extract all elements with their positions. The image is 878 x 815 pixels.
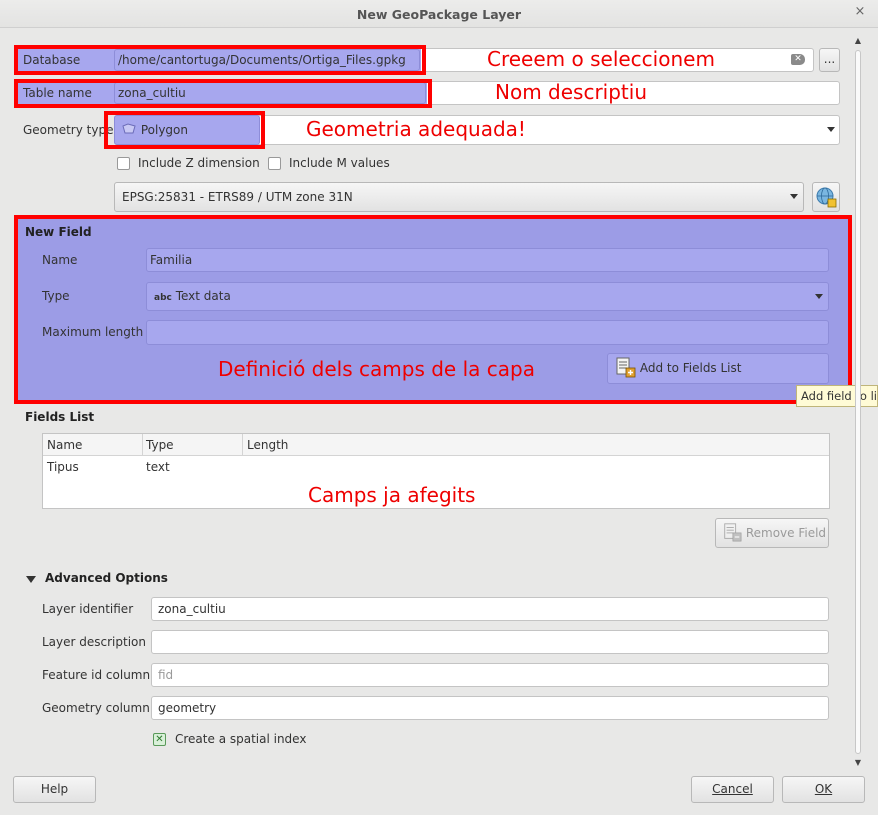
- new-field-heading: New Field: [25, 225, 92, 239]
- field-type-combo[interactable]: abc Text data: [146, 282, 829, 311]
- collapse-triangle-icon[interactable]: [26, 576, 36, 583]
- vertical-scrollbar[interactable]: ▲ ▼: [853, 36, 863, 772]
- column-header-name[interactable]: Name: [47, 438, 82, 452]
- field-type-value: Text data: [175, 289, 231, 303]
- feature-id-placeholder: fid: [158, 668, 174, 682]
- include-z-label: Include Z dimension: [138, 156, 260, 170]
- remove-field-label: Remove Field: [745, 526, 827, 540]
- geometry-annotation-box: [104, 111, 265, 149]
- text-type-icon: abc: [154, 293, 172, 303]
- column-divider: [142, 434, 143, 456]
- table-name-annotation-box: [14, 79, 432, 108]
- fields-list-heading: Fields List: [25, 410, 95, 424]
- help-button[interactable]: Help: [13, 776, 96, 803]
- new-field-annotation: Definició dels camps de la capa: [218, 357, 535, 381]
- advanced-options-heading[interactable]: Advanced Options: [45, 571, 168, 585]
- remove-field-button[interactable]: Remove Field: [715, 518, 829, 548]
- geometry-annotation: Geometria adequada!: [306, 117, 526, 141]
- column-header-length[interactable]: Length: [247, 438, 288, 452]
- tooltip-text: Add field to list: [801, 389, 877, 403]
- row-name-cell: Tipus: [47, 460, 79, 474]
- table-name-annotation: Nom descriptiu: [495, 80, 648, 104]
- chevron-down-icon: [827, 127, 835, 132]
- table-row[interactable]: Tipus text: [43, 456, 829, 476]
- crs-selector[interactable]: EPSG:25831 - ETRS89 / UTM zone 31N: [114, 182, 804, 212]
- row-type-cell: text: [146, 460, 170, 474]
- cancel-button[interactable]: Cancel: [691, 776, 774, 803]
- database-annotation-box: [14, 45, 426, 75]
- max-length-label: Maximum length: [42, 325, 144, 339]
- scrollbar-thumb[interactable]: [855, 50, 861, 754]
- browse-button[interactable]: ...: [819, 48, 840, 72]
- feature-id-input[interactable]: fid: [151, 663, 829, 687]
- close-icon[interactable]: ×: [853, 4, 867, 22]
- window-title: New GeoPackage Layer: [356, 7, 522, 22]
- globe-icon: [816, 187, 837, 208]
- layer-description-label: Layer description: [42, 635, 146, 649]
- max-length-input[interactable]: [146, 320, 829, 345]
- scroll-up-icon[interactable]: ▲: [853, 36, 863, 46]
- chevron-down-icon: [815, 294, 823, 299]
- include-m-checkbox[interactable]: [268, 157, 281, 170]
- spatial-index-label: Create a spatial index: [175, 732, 307, 746]
- chevron-down-icon: [790, 194, 798, 199]
- column-divider: [242, 434, 243, 456]
- add-field-icon: [616, 357, 636, 378]
- feature-id-label: Feature id column: [42, 668, 151, 682]
- layer-identifier-input[interactable]: zona_cultiu: [151, 597, 829, 621]
- include-m-label: Include M values: [289, 156, 390, 170]
- spatial-index-checkbox[interactable]: ✕: [153, 733, 166, 746]
- scroll-down-icon[interactable]: ▼: [853, 758, 863, 768]
- clear-icon[interactable]: ✕: [791, 54, 805, 65]
- field-type-label: Type: [42, 289, 70, 303]
- database-annotation: Creeem o seleccionem: [487, 47, 715, 71]
- geometry-type-label: Geometry type: [23, 123, 114, 137]
- crs-value: EPSG:25831 - ETRS89 / UTM zone 31N: [122, 190, 353, 204]
- ok-button[interactable]: OK: [782, 776, 865, 803]
- field-name-label: Name: [42, 253, 78, 267]
- geometry-column-value: geometry: [158, 701, 217, 715]
- table-header: Name Type Length: [43, 434, 829, 456]
- field-name-input[interactable]: Familia: [146, 248, 829, 272]
- geometry-column-label: Geometry column: [42, 701, 150, 715]
- column-header-type[interactable]: Type: [146, 438, 174, 452]
- add-to-fields-list-button[interactable]: Add to Fields List: [607, 353, 829, 384]
- geometry-column-input[interactable]: geometry: [151, 696, 829, 720]
- fields-list-annotation: Camps ja afegits: [308, 483, 476, 507]
- remove-field-icon: [724, 523, 742, 542]
- layer-description-input[interactable]: [151, 630, 829, 654]
- include-z-checkbox[interactable]: [117, 157, 130, 170]
- tooltip: Add field to list: [796, 385, 878, 407]
- layer-identifier-value: zona_cultiu: [158, 602, 226, 616]
- layer-identifier-label: Layer identifier: [42, 602, 134, 616]
- crs-picker-button[interactable]: [812, 182, 840, 212]
- add-to-fields-list-label: Add to Fields List: [639, 361, 742, 375]
- field-name-value: Familia: [150, 253, 193, 267]
